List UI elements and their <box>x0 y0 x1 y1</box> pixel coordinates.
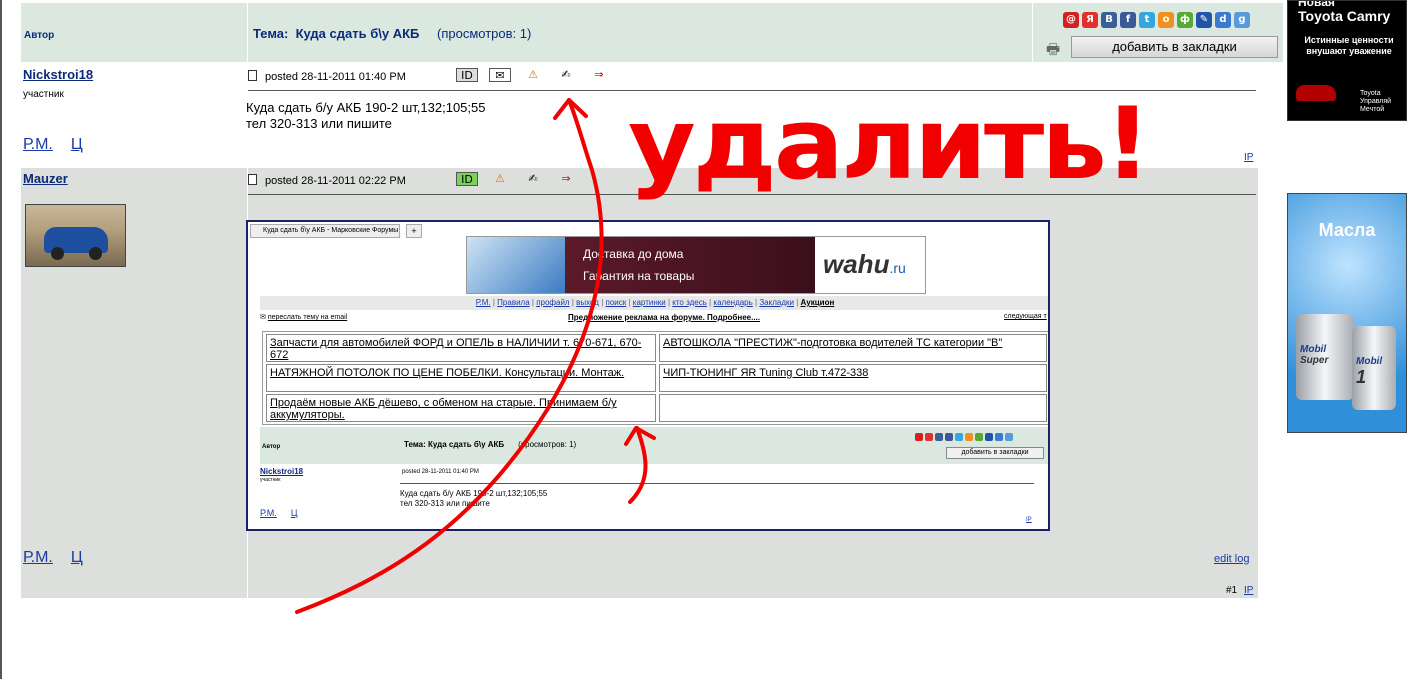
topic-label: Тема: <box>253 26 289 41</box>
embedded-screenshot: Куда сдать б\у АКБ - Марковские Форумы +… <box>246 220 1050 531</box>
nav-item: профайл <box>536 298 570 307</box>
embedded-share-icons <box>915 433 1013 441</box>
post1-user-role: участник <box>23 89 64 100</box>
odnoklassniki-icon[interactable]: о <box>1158 12 1174 28</box>
oil-can-image: Mobil 1 <box>1352 326 1396 410</box>
next-topic-link: следующая т <box>1004 313 1047 320</box>
friends-icon[interactable]: ф <box>1177 12 1193 28</box>
ad-cell: Запчасти для автомобилей ФОРД и ОПЕЛЬ в … <box>266 334 656 362</box>
post1-user-links: Р.М. Ц <box>23 136 101 154</box>
post1-author-cell: Nickstroi18 участник Р.М. Ц <box>21 64 247 165</box>
author-column-header: Автор <box>21 3 247 62</box>
forum-nav: Р.М. | Правила | профайл | выход | поиск… <box>260 296 1048 310</box>
ad-grid: Запчасти для автомобилей ФОРД и ОПЕЛЬ в … <box>262 331 1048 425</box>
topic-name: Куда сдать б\у АКБ <box>295 26 420 41</box>
post2-user-links: Р.М. Ц <box>23 549 101 567</box>
post1-posted: posted 28-11-2011 01:40 PM <box>248 70 406 83</box>
embedded-bookmark-button: добавить в закладки <box>946 447 1044 459</box>
wahu-logo: wahu.ru <box>817 237 925 293</box>
post2-c-link[interactable]: Ц <box>71 549 83 566</box>
new-tab-icon: + <box>406 224 422 238</box>
document-icon <box>248 174 257 185</box>
nav-item: поиск <box>605 298 627 307</box>
post1-tools: ID ✉ ⚠ ✍ ⇒ <box>456 68 610 82</box>
ad-offer-link: Предложение реклама на форуме. Подробнее… <box>568 313 760 322</box>
nav-item: выход <box>576 298 599 307</box>
quote-icon[interactable]: ⇒ <box>588 68 610 82</box>
document-icon <box>248 70 257 81</box>
car-image <box>1296 85 1336 101</box>
post-number: #1 <box>1226 585 1238 596</box>
post2-pm-link[interactable]: Р.М. <box>23 549 53 566</box>
vk-icon[interactable]: В <box>1101 12 1117 28</box>
ad-cell: АВТОШКОЛА "ПРЕСТИЖ"-подготовка водителей… <box>659 334 1047 362</box>
nav-item: Закладки <box>759 298 794 307</box>
profile-icon[interactable]: ID <box>456 68 478 82</box>
ad-cell: НАТЯЖНОЙ ПОТОЛОК ПО ЦЕНЕ ПОБЕЛКИ. Консул… <box>266 364 656 392</box>
nav-item: кто здесь <box>672 298 707 307</box>
facebook-icon[interactable]: f <box>1120 12 1136 28</box>
add-bookmark-button[interactable]: добавить в закладки <box>1071 36 1278 58</box>
post2-username[interactable]: Mauzer <box>23 171 68 186</box>
nav-item: Правила <box>497 298 530 307</box>
yandex-icon[interactable]: Я <box>1082 12 1098 28</box>
warning-icon[interactable]: ⚠ <box>489 172 511 186</box>
banner-ad: Доставка до дома Гарантия на товары wahu… <box>466 236 926 294</box>
edit-icon[interactable]: ✍ <box>555 68 577 82</box>
embedded-topic-header: Автор Тема: Куда сдать б\у АКБ (просмотро… <box>260 427 1048 464</box>
embedded-post: Nickstroi18 участник posted 28-11-2011 0… <box>260 465 1048 529</box>
nav-item-auction: Аукцион <box>800 298 835 307</box>
header-actions: @ Я Вf t о ф ✎ d g 🖶 добавить в закладки <box>1033 3 1283 62</box>
mail-icon[interactable]: @ <box>1063 12 1079 28</box>
post1-ip-link[interactable]: IP <box>1244 152 1253 163</box>
post1-pm-link[interactable]: Р.М. <box>23 136 53 153</box>
view-count: (просмотров: 1) <box>437 26 532 41</box>
warning-icon[interactable]: ⚠ <box>522 68 544 82</box>
quote-icon[interactable]: ⇒ <box>555 172 577 186</box>
post2-tools: ID ⚠ ✍ ⇒ <box>456 172 577 186</box>
pencil-icon[interactable]: ✎ <box>1196 12 1212 28</box>
ad-cell: Продаём новые АКБ дёшево, с обменом на с… <box>266 394 656 422</box>
post2-posted: posted 28-11-2011 02:22 PM <box>248 174 406 187</box>
post1-text: Куда сдать б/у АКБ 190-2 шт,132;105;55 т… <box>246 100 486 131</box>
avatar <box>25 204 126 267</box>
edit-log-link[interactable]: edit log <box>1214 553 1249 565</box>
edit-icon[interactable]: ✍ <box>522 172 544 186</box>
nav-item: Р.М. <box>475 298 491 307</box>
post2-author-cell: Mauzer Р.М. Ц <box>21 168 247 598</box>
oil-ad[interactable]: Масла Mobil Super Mobil 1 <box>1287 193 1407 433</box>
share-icons: @ Я Вf t о ф ✎ d g <box>1063 12 1250 28</box>
send-email-link: ✉ переслать тему на email <box>260 314 348 321</box>
browser-tab: Куда сдать б\у АКБ - Марковские Форумы <box>250 224 400 238</box>
nav-item: картинки <box>632 298 666 307</box>
oil-can-image: Mobil Super <box>1296 314 1354 400</box>
appliances-image <box>467 237 565 293</box>
profile-icon[interactable]: ID <box>456 172 478 186</box>
ad-cell-empty <box>659 394 1047 422</box>
post1-username[interactable]: Nickstroi18 <box>23 67 93 82</box>
delicious-icon[interactable]: d <box>1215 12 1231 28</box>
post1-c-link[interactable]: Ц <box>71 136 83 153</box>
twitter-icon[interactable]: t <box>1139 12 1155 28</box>
ad-cell: ЧИП-ТЮНИНГ ЯR Tuning Club т.472-338 <box>659 364 1047 392</box>
delete-annotation: удалить! <box>628 86 1151 202</box>
topic-title: Тема: Куда сдать б\у АКБ (просмотров: 1) <box>253 26 531 41</box>
printer-icon[interactable]: 🖶 <box>1046 39 1060 64</box>
topic-header: Тема: Куда сдать б\у АКБ (просмотров: 1) <box>248 3 1032 62</box>
post2-ip-link[interactable]: IP <box>1244 585 1253 596</box>
nav-item: календарь <box>713 298 753 307</box>
google-icon[interactable]: g <box>1234 12 1250 28</box>
toyota-ad[interactable]: Новая Toyota Camry Истинные ценности вну… <box>1287 0 1407 121</box>
email-icon[interactable]: ✉ <box>489 68 511 82</box>
page: Автор Тема: Куда сдать б\у АКБ (просмотр… <box>0 0 1412 679</box>
author-header-label: Автор <box>24 30 55 41</box>
